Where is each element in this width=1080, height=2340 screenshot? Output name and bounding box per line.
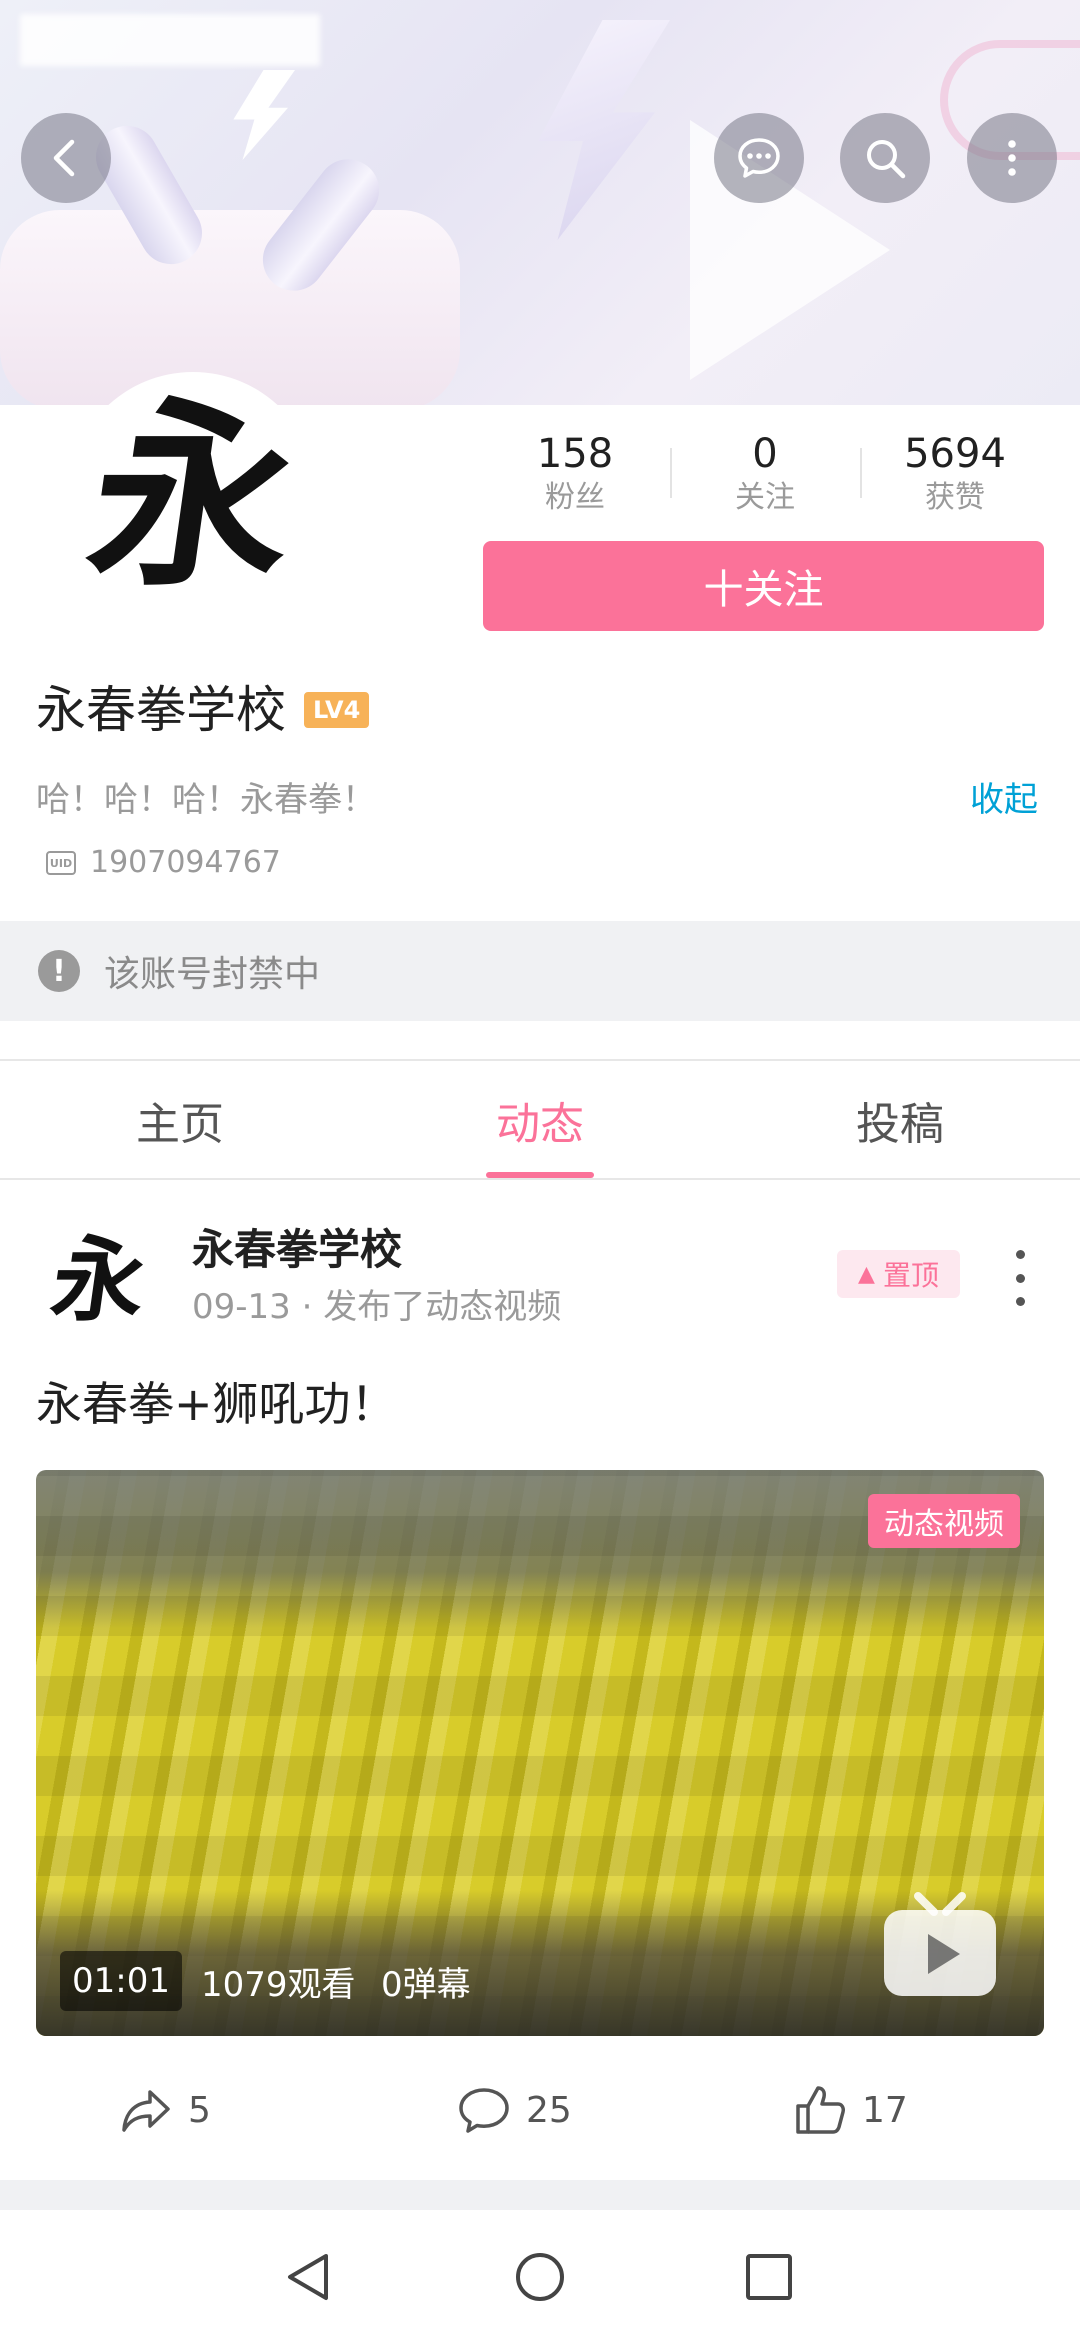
bio-text: 哈！哈！哈！永春拳！ — [36, 780, 376, 820]
like-button[interactable]: 17 — [792, 2070, 908, 2150]
share-button[interactable]: 5 — [118, 2070, 211, 2150]
alert-icon: ! — [38, 950, 80, 992]
collapse-link[interactable]: 收起 — [970, 776, 1038, 824]
tab-submissions[interactable]: 投稿 — [720, 1062, 1080, 1178]
play-tv-icon[interactable] — [880, 1890, 1000, 2000]
tab-dynamics[interactable]: 动态 — [360, 1062, 720, 1178]
back-arrow-icon — [53, 139, 75, 177]
search-button[interactable] — [840, 113, 930, 203]
video-duration: 01:01 — [60, 1951, 182, 2011]
video-thumbnail[interactable]: 动态视频 01:01 1079观看 0弹幕 — [36, 1470, 1044, 2036]
pin-arrow-icon: ▲ — [858, 1261, 875, 1287]
pinned-label: 置顶 — [882, 1259, 939, 1292]
username-row: 永春拳学校 LV4 — [36, 675, 370, 745]
stat-label: 粉丝 — [545, 480, 605, 515]
more-dot-icon — [1015, 1297, 1025, 1306]
uid-row[interactable]: UID 1907094767 — [46, 843, 281, 883]
ban-notice-text: 该账号封禁中 — [104, 954, 321, 995]
like-count: 17 — [862, 2089, 908, 2131]
stat-following[interactable]: 0 关注 — [670, 430, 860, 520]
uid-icon: UID — [46, 851, 76, 875]
stat-value: 158 — [536, 431, 614, 477]
pinned-badge: ▲ 置顶 — [837, 1250, 960, 1298]
comment-button[interactable]: 25 — [456, 2070, 572, 2150]
ban-notice-bar: ! 该账号封禁中 — [0, 921, 1080, 1021]
more-dot-icon — [1015, 1250, 1025, 1259]
banner-status-area — [20, 14, 320, 66]
video-type-badge: 动态视频 — [868, 1494, 1020, 1548]
system-nav-bar — [0, 2210, 1080, 2340]
more-dot-icon — [1015, 1273, 1025, 1283]
nav-home-icon[interactable] — [513, 2250, 567, 2304]
nav-recents-icon[interactable] — [742, 2250, 796, 2304]
back-button[interactable] — [21, 113, 111, 203]
share-count: 5 — [188, 2089, 211, 2131]
tab-home[interactable]: 主页 — [0, 1062, 360, 1178]
message-icon — [738, 138, 780, 178]
level-badge: LV4 — [304, 692, 370, 728]
stat-likes[interactable]: 5694 获赞 — [860, 430, 1050, 520]
uid-value: 1907094767 — [90, 845, 281, 880]
banner-decor-block — [0, 210, 460, 405]
follow-button[interactable]: 十关注 — [483, 541, 1044, 631]
feed-separator — [0, 2180, 1080, 2210]
more-options-button[interactable] — [967, 113, 1057, 203]
share-icon — [122, 2090, 170, 2132]
stat-followers[interactable]: 158 粉丝 — [480, 430, 670, 520]
post-text: 永春拳+狮吼功！ — [36, 1377, 397, 1431]
more-vert-icon — [1008, 140, 1016, 176]
username: 永春拳学校 — [36, 681, 286, 739]
video-danmaku-count: 0弹幕 — [381, 1964, 471, 2005]
avatar[interactable]: 永 — [68, 372, 318, 622]
thumbs-up-icon — [796, 2086, 845, 2134]
message-button[interactable] — [714, 113, 804, 203]
post-meta: 09-13 · 发布了动态视频 — [192, 1287, 562, 1327]
banner-decor-bolt — [233, 70, 295, 160]
stat-value: 5694 — [904, 431, 1006, 477]
comment-count: 25 — [526, 2089, 572, 2131]
post-more-button[interactable] — [1000, 1250, 1040, 1306]
post-author-name[interactable]: 永春拳学校 — [192, 1220, 402, 1280]
stat-label: 关注 — [735, 480, 795, 515]
post-avatar-image: 永 — [45, 1226, 153, 1334]
video-views: 1079观看 — [201, 1964, 356, 2005]
post-avatar[interactable]: 永 — [44, 1225, 154, 1335]
search-icon — [867, 140, 906, 179]
stat-label: 获赞 — [925, 480, 985, 515]
profile-tabs: 主页 动态 投稿 — [0, 1062, 1080, 1180]
post-actions: 5 25 17 — [0, 2070, 1080, 2150]
profile-banner — [0, 0, 1080, 405]
profile-stats: 158 粉丝 0 关注 5694 获赞 — [480, 430, 1050, 520]
stat-value: 0 — [752, 431, 778, 477]
nav-back-icon[interactable] — [282, 2250, 336, 2304]
banner-decor-bolt — [538, 20, 670, 240]
comment-icon — [459, 2088, 509, 2133]
section-gap — [0, 1021, 1080, 1061]
avatar-image: 永 — [76, 379, 310, 614]
